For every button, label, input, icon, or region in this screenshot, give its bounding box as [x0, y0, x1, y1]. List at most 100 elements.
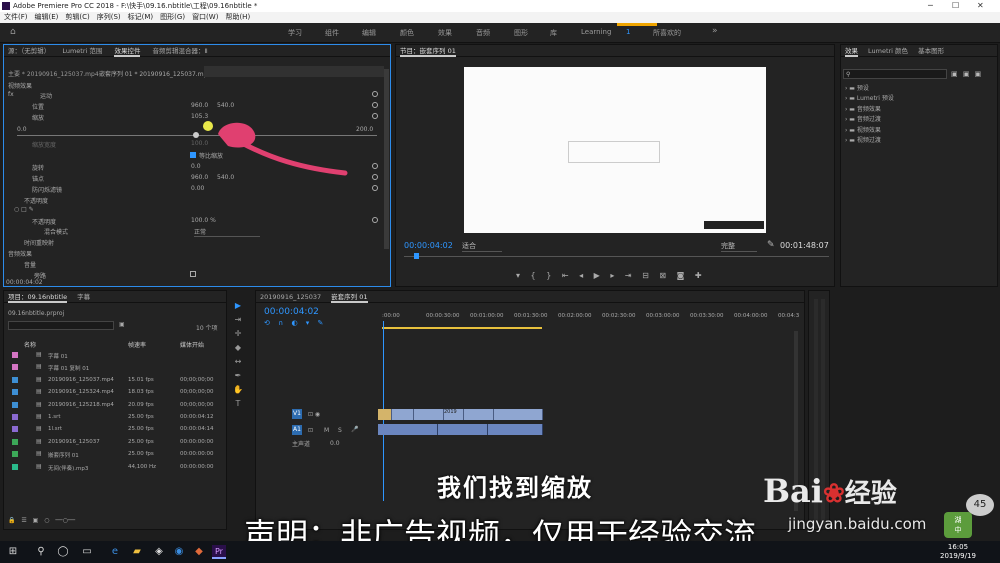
opacity-value[interactable]: 100.0 %: [191, 217, 216, 224]
sequence-clip-label[interactable]: 嵌套序列 01 * 20190916_125037.mp4: [99, 69, 211, 78]
label-color-chip[interactable]: [12, 364, 18, 371]
tab-seq-clip[interactable]: 20190916_125037: [260, 293, 321, 301]
slip-tool-icon[interactable]: ↔: [233, 357, 243, 366]
tab-effect-controls[interactable]: 效果控件: [114, 47, 141, 57]
antiflicker-value[interactable]: 0.00: [191, 185, 204, 192]
mini-timeline[interactable]: [204, 66, 384, 77]
ws-favorites[interactable]: 所喜欢的: [653, 28, 681, 38]
reset-antiflicker-icon[interactable]: [372, 185, 378, 191]
v1-clip[interactable]: 2019: [444, 409, 464, 420]
menu-edit[interactable]: 编辑(E): [35, 13, 59, 21]
v1-clip[interactable]: [378, 409, 392, 420]
ws-audio[interactable]: 音频: [476, 28, 490, 38]
ws-learning[interactable]: Learning: [581, 28, 611, 36]
close-icon[interactable]: ✕: [977, 0, 984, 12]
effects-item-video-transitions[interactable]: › ▬ 视频过渡: [845, 135, 881, 144]
project-row[interactable]: ▤ 20190916_125037 25.00 fps 00:00:00:00: [4, 437, 224, 448]
label-color-chip[interactable]: [12, 352, 18, 358]
anchor-x-value[interactable]: 960.0: [191, 174, 208, 181]
v1-clip[interactable]: [392, 409, 414, 420]
effects-item-video-effects[interactable]: › ▬ 视频效果: [845, 125, 881, 134]
master-track-value[interactable]: 0.0: [330, 440, 340, 447]
v1-clip[interactable]: [494, 409, 543, 420]
a1-sync-icon[interactable]: ⊡: [308, 427, 313, 434]
program-playhead[interactable]: [414, 253, 419, 259]
a1-solo-button[interactable]: S: [338, 427, 342, 434]
search-icon[interactable]: ⚲: [34, 545, 48, 559]
wrench-icon[interactable]: ✎: [767, 240, 775, 250]
project-row[interactable]: ▤ 1.srt 25.00 fps 00:00:04:12: [4, 412, 224, 423]
ws-assembly[interactable]: 组件: [325, 28, 339, 38]
fx-toggle-icon[interactable]: fx: [8, 91, 14, 98]
program-video-frame[interactable]: [464, 67, 766, 233]
project-row[interactable]: ▤ 20190916_125218.mp4 20.09 fps 00;00;00;00: [4, 400, 224, 411]
project-row[interactable]: ▤ 20190916_125324.mp4 18.03 fps 00;00;00;00: [4, 387, 224, 398]
ws-libraries[interactable]: 库: [550, 28, 557, 38]
ws-1[interactable]: 1: [626, 28, 630, 36]
tab-lumetri-scopes[interactable]: Lumetri 范围: [62, 47, 102, 55]
razor-tool-icon[interactable]: ◆: [233, 343, 243, 352]
position-y-value[interactable]: 540.0: [217, 102, 234, 109]
a1-clip[interactable]: [488, 424, 543, 435]
a1-mute-button[interactable]: M: [324, 427, 329, 434]
bypass-checkbox[interactable]: [190, 271, 196, 277]
scale-value[interactable]: 105.3: [191, 113, 208, 120]
start-icon[interactable]: ⊞: [6, 545, 20, 559]
effects-filter-icons[interactable]: ▣ ▣ ▣: [951, 70, 981, 78]
label-color-chip[interactable]: [12, 401, 18, 408]
a1-voiceover-icon[interactable]: 🎤: [351, 426, 358, 433]
selection-tool-icon[interactable]: ▶: [233, 301, 243, 310]
new-bin-icon[interactable]: ▣: [119, 321, 125, 328]
explorer-icon[interactable]: ▰: [130, 545, 144, 559]
effects-item-presets[interactable]: › ▬ 预设: [845, 83, 869, 92]
menu-graphics[interactable]: 图形(G): [160, 13, 185, 21]
program-timecode[interactable]: 00:00:04:02: [404, 241, 453, 250]
menu-window[interactable]: 窗口(W): [192, 13, 218, 21]
minimize-icon[interactable]: ─: [928, 0, 933, 12]
effect-controls-timecode[interactable]: 00:00:04:02: [6, 279, 43, 286]
menu-sequence[interactable]: 序列(S): [97, 13, 121, 21]
ws-editing[interactable]: 编辑: [362, 28, 376, 38]
a1-clip[interactable]: [438, 424, 488, 435]
effects-item-lumetri[interactable]: › ▬ Lumetri 预设: [845, 93, 894, 102]
tab-source[interactable]: 源：（无剪辑）: [8, 47, 50, 55]
ws-graphics[interactable]: 图形: [514, 28, 528, 38]
project-row[interactable]: ▤ 字幕 01 复制 01: [4, 362, 224, 373]
reset-opacity-icon[interactable]: [372, 217, 378, 223]
tab-project[interactable]: 项目：09.16nbtitle: [8, 293, 68, 303]
track-select-tool-icon[interactable]: ⇥: [233, 315, 243, 324]
type-tool-icon[interactable]: T: [233, 399, 243, 408]
app-icon-3[interactable]: ◆: [192, 545, 206, 559]
reset-position-icon[interactable]: [372, 102, 378, 108]
app-icon[interactable]: ◈: [152, 545, 166, 559]
ws-effects[interactable]: 效果: [438, 28, 452, 38]
project-row[interactable]: ▤ 字幕 01: [4, 350, 224, 361]
project-row[interactable]: ▤ 1l.srt 25.00 fps 00:00:04:14: [4, 424, 224, 435]
v1-clip[interactable]: [414, 409, 444, 420]
tab-effects[interactable]: 效果: [845, 47, 858, 57]
v1-clip[interactable]: [464, 409, 494, 420]
master-clip-label[interactable]: 主要 * 20190916_125037.mp4: [8, 69, 99, 78]
task-view-icon[interactable]: ◯: [56, 545, 70, 559]
reset-scale-icon[interactable]: [372, 113, 378, 119]
premiere-taskbar-icon[interactable]: Pr: [212, 545, 226, 559]
reset-rotation-icon[interactable]: [372, 163, 378, 169]
home-icon[interactable]: ⌂: [10, 27, 16, 37]
program-playhead-bar[interactable]: [404, 256, 829, 257]
mask-tools-icon[interactable]: ○ □ ✎: [14, 206, 34, 213]
scale-slider-handle[interactable]: [193, 132, 199, 138]
col-media-start[interactable]: 媒体开始: [180, 340, 204, 349]
side-widget[interactable]: 湖 中: [944, 512, 972, 538]
label-color-chip[interactable]: [12, 389, 18, 396]
maximize-icon[interactable]: ☐: [952, 0, 959, 12]
effects-search-input[interactable]: ⚲: [843, 69, 947, 79]
tab-essential-graphics[interactable]: 基本图形: [918, 47, 944, 55]
tab-lumetri-color[interactable]: Lumetri 颜色: [868, 47, 908, 55]
col-framerate[interactable]: 帧速率: [128, 340, 146, 349]
menu-marker[interactable]: 标记(M): [128, 13, 154, 21]
label-color-chip[interactable]: [12, 376, 18, 383]
rotation-value[interactable]: 0.0: [191, 163, 201, 170]
reset-anchor-icon[interactable]: [372, 174, 378, 180]
v1-track-controls[interactable]: ⊡ ◉: [308, 411, 320, 418]
pen-tool-icon[interactable]: ✒: [233, 371, 243, 380]
